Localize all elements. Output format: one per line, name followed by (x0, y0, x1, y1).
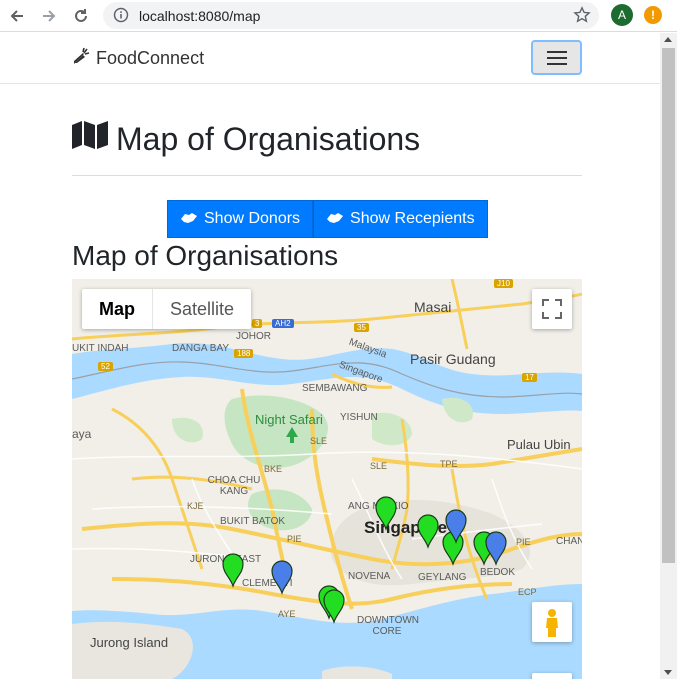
url-text: localhost:8080/map (139, 8, 261, 24)
map-section-title: Map of Organisations (72, 240, 339, 271)
site-navbar: FoodConnect (0, 33, 660, 84)
zoom-control[interactable] (532, 673, 572, 679)
map-type-map-button[interactable]: Map (82, 289, 152, 329)
reload-icon[interactable] (69, 4, 93, 28)
back-icon[interactable] (5, 4, 29, 28)
recipient-marker[interactable] (271, 560, 293, 595)
title-divider (72, 175, 582, 176)
scroll-thumb[interactable] (662, 48, 675, 563)
fullscreen-button[interactable] (532, 289, 572, 329)
scroll-up-arrow[interactable] (664, 37, 672, 42)
donor-marker[interactable] (323, 589, 345, 624)
page-title: Map of Organisations (72, 120, 420, 158)
forward-icon[interactable] (37, 4, 61, 28)
page-title-text: Map of Organisations (116, 120, 421, 157)
address-bar[interactable]: localhost:8080/map (103, 2, 599, 29)
filter-button-group: Show Donors Show Recepients (167, 200, 488, 238)
scroll-down-arrow[interactable] (664, 670, 672, 675)
page-scrollbar[interactable] (660, 33, 677, 679)
donor-marker[interactable] (375, 496, 397, 531)
fullscreen-icon (542, 299, 562, 319)
brand-name: FoodConnect (96, 48, 205, 68)
markers-layer (222, 496, 507, 624)
map-icon (72, 120, 108, 158)
pegman-icon (546, 609, 558, 637)
show-donors-button[interactable]: Show Donors (167, 200, 314, 238)
show-recipients-button[interactable]: Show Recepients (313, 200, 488, 238)
navbar-toggle-button[interactable] (531, 40, 582, 75)
bookmark-star-icon[interactable] (573, 6, 591, 29)
carrot-icon (72, 47, 90, 70)
browser-toolbar: localhost:8080/map A ! (0, 0, 677, 32)
info-icon[interactable] (113, 7, 129, 28)
show-recipients-label: Show Recepients (350, 210, 475, 227)
brand-link[interactable]: FoodConnect (72, 47, 204, 70)
donor-marker[interactable] (222, 553, 244, 588)
hands-helping-icon (326, 210, 344, 229)
donor-marker[interactable] (417, 514, 439, 549)
map-type-control: Map Satellite (82, 289, 252, 329)
street-view-button[interactable] (532, 602, 572, 642)
show-donors-label: Show Donors (204, 210, 301, 227)
hamburger-icon (547, 51, 567, 53)
google-map[interactable]: Masai Pasir Gudang JOHOR DANGA BAY UKIT … (72, 279, 582, 679)
update-alert-icon[interactable]: ! (644, 6, 662, 24)
hands-helping-icon (180, 210, 198, 229)
map-type-satellite-button[interactable]: Satellite (152, 289, 251, 329)
recipient-marker[interactable] (485, 531, 507, 566)
profile-avatar[interactable]: A (611, 4, 633, 26)
